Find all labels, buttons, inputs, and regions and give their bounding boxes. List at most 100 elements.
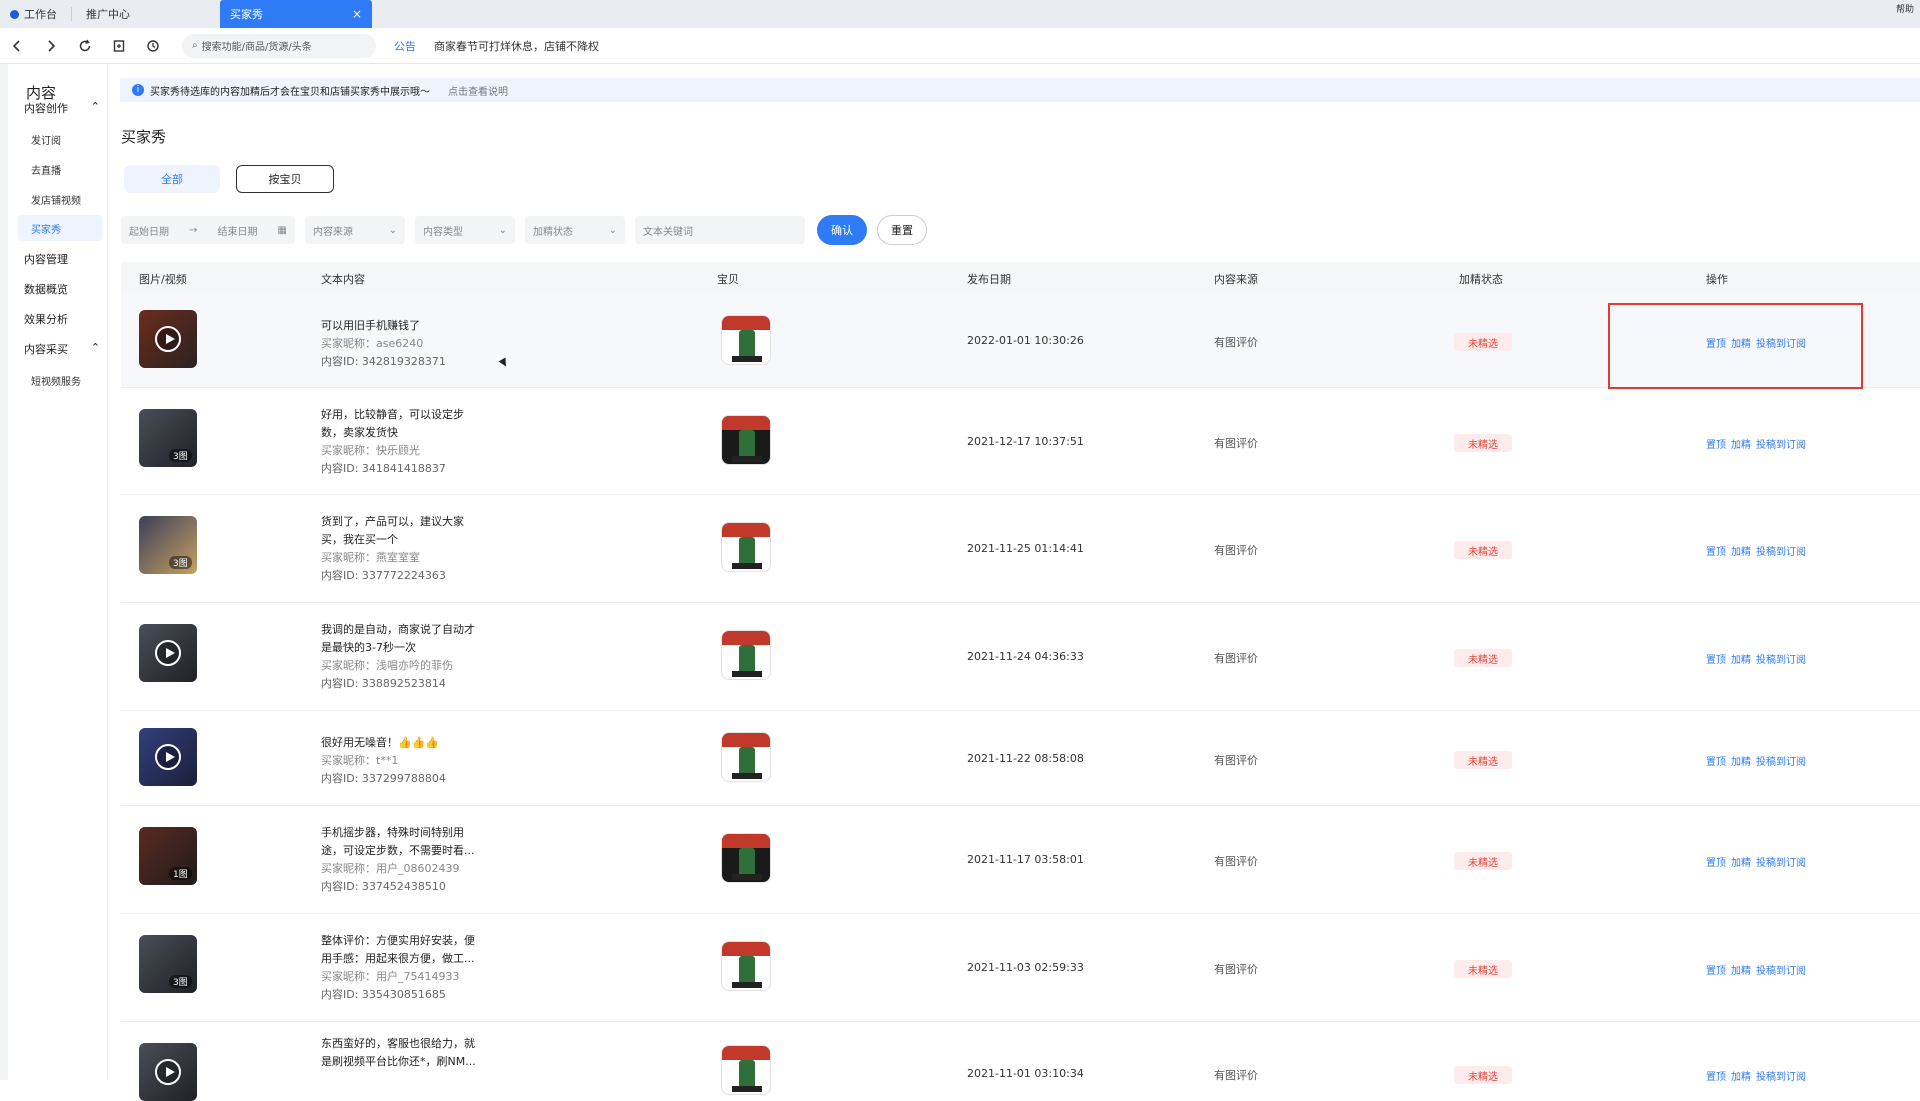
sidebar-item-shop-video[interactable]: 发店铺视频 (31, 192, 81, 207)
tab-separator (71, 7, 72, 21)
tab-buyer-show[interactable]: 买家秀 × (220, 0, 372, 28)
status-badge: 未精选 (1454, 960, 1512, 978)
feature-link[interactable]: 加精 (1731, 966, 1751, 977)
sidebar-group-content-manage[interactable]: 内容管理 (24, 251, 100, 267)
media-thumbnail[interactable] (139, 728, 197, 786)
column-ops: 操作 (1706, 273, 1728, 286)
table-row[interactable]: 3图 货到了，产品可以，建议大家 买，我在买一个 买家昵称：燕室室室 内容ID:… (121, 496, 1920, 603)
item-thumbnail[interactable] (721, 1045, 771, 1095)
tab-workbench[interactable]: 工作台 (0, 0, 67, 28)
help-label[interactable]: 帮助 (1896, 2, 1914, 15)
content-source: 有图评价 (1214, 855, 1258, 868)
media-thumbnail[interactable] (139, 310, 197, 368)
info-link[interactable]: 点击查看说明 (448, 83, 508, 98)
forward-icon[interactable] (34, 28, 68, 64)
status-select[interactable]: 加精状态 ⌄ (525, 216, 625, 244)
sidebar-group-data-overview[interactable]: 数据概览 (24, 281, 100, 297)
refresh-icon[interactable] (68, 28, 102, 64)
chevron-up-icon: ⌃ (90, 341, 100, 354)
confirm-button[interactable]: 确认 (817, 215, 867, 245)
item-thumbnail[interactable] (721, 833, 771, 883)
reset-button[interactable]: 重置 (877, 215, 927, 245)
item-thumbnail[interactable] (721, 732, 771, 782)
submit-subscribe-link[interactable]: 投稿到订阅 (1756, 440, 1806, 451)
feature-link[interactable]: 加精 (1731, 440, 1751, 451)
table-row[interactable]: 3图 好用，比较静音，可以设定步 数，卖家发货快 买家昵称：快乐顾光 内容ID:… (121, 389, 1920, 495)
sidebar-item-live[interactable]: 去直播 (31, 162, 61, 177)
feature-link[interactable]: 加精 (1731, 757, 1751, 768)
back-icon[interactable] (0, 28, 34, 64)
chevron-down-icon: ⌄ (388, 224, 397, 236)
content-source: 有图评价 (1214, 437, 1258, 450)
info-banner: i 买家秀待选库的内容加精后才会在宝贝和店铺买家秀中展示哦～ 点击查看说明 (120, 78, 1920, 102)
chevron-down-icon: ⌄ (498, 224, 507, 236)
pin-top-link[interactable]: 置顶 (1706, 966, 1726, 977)
media-thumbnail[interactable]: 3图 (139, 516, 197, 574)
publish-date: 2021-11-03 02:59:33 (967, 961, 1084, 974)
submit-subscribe-link[interactable]: 投稿到订阅 (1756, 757, 1806, 768)
main-content: i 买家秀待选库的内容加精后才会在宝贝和店铺买家秀中展示哦～ 点击查看说明 买家… (108, 64, 1920, 1101)
bookmark-icon[interactable] (102, 28, 136, 64)
type-select[interactable]: 内容类型 ⌄ (415, 216, 515, 244)
item-thumbnail[interactable] (721, 522, 771, 572)
play-icon (155, 1059, 181, 1085)
segment-by-item[interactable]: 按宝贝 (236, 165, 334, 193)
feature-link[interactable]: 加精 (1731, 858, 1751, 869)
table-row[interactable]: 很好用无噪音！👍👍👍 买家昵称：t**1 内容ID: 337299788804 … (121, 712, 1920, 806)
submit-subscribe-link[interactable]: 投稿到订阅 (1756, 858, 1806, 869)
pin-top-link[interactable]: 置顶 (1706, 547, 1726, 558)
sidebar-group-effect-analysis[interactable]: 效果分析 (24, 311, 100, 327)
sidebar-group-content-create[interactable]: 内容创作 ⌃ (24, 100, 100, 116)
pin-top-link[interactable]: 置顶 (1706, 858, 1726, 869)
submit-subscribe-link[interactable]: 投稿到订阅 (1756, 655, 1806, 666)
table-row[interactable]: 东西蛮好的，客服也很给力，就 是刷视频平台比你还*，刷NM... 2021-11… (121, 1023, 1920, 1101)
close-icon[interactable]: × (352, 7, 362, 21)
submit-subscribe-link[interactable]: 投稿到订阅 (1756, 1072, 1806, 1083)
media-thumbnail[interactable] (139, 1043, 197, 1101)
content-source: 有图评价 (1214, 652, 1258, 665)
notice-tag[interactable]: 公告 (394, 38, 416, 54)
sidebar-item-short-video[interactable]: 短视频服务 (31, 373, 81, 388)
sidebar-item-buyer-show[interactable]: 买家秀 (18, 215, 102, 241)
feature-link[interactable]: 加精 (1731, 1072, 1751, 1083)
history-icon[interactable] (136, 28, 170, 64)
item-thumbnail[interactable] (721, 630, 771, 680)
tab-promotion-center[interactable]: 推广中心 (76, 0, 140, 28)
item-thumbnail[interactable] (721, 415, 771, 465)
media-thumbnail[interactable]: 3图 (139, 409, 197, 467)
notice-text[interactable]: 商家春节可打烊休息，店铺不降权 (434, 38, 599, 54)
sidebar-item-subscribe[interactable]: 发订阅 (31, 132, 61, 147)
sidebar: 内容 内容创作 ⌃ 发订阅 去直播 发店铺视频 买家秀 内容管理 数据概览 效果分… (8, 64, 108, 1080)
table-row[interactable]: 3图 整体评价：方便实用好安装，便 用手感：用起来很方便，做工... 买家昵称：… (121, 915, 1920, 1022)
column-media: 图片/视频 (139, 273, 187, 286)
feature-link[interactable]: 加精 (1731, 547, 1751, 558)
content-source: 有图评价 (1214, 336, 1258, 349)
table-row[interactable]: 1图 手机摇步器，特殊时间特别用 途，可设定步数，不需要时看... 买家昵称：用… (121, 807, 1920, 914)
status-badge: 未精选 (1454, 649, 1512, 667)
publish-date: 2021-11-22 08:58:08 (967, 752, 1084, 765)
play-icon (155, 640, 181, 666)
item-thumbnail[interactable] (721, 315, 771, 365)
publish-date: 2021-11-25 01:14:41 (967, 542, 1084, 555)
source-select[interactable]: 内容来源 ⌄ (305, 216, 405, 244)
segment-all[interactable]: 全部 (124, 165, 220, 193)
feature-link[interactable]: 加精 (1731, 655, 1751, 666)
submit-subscribe-link[interactable]: 投稿到订阅 (1756, 966, 1806, 977)
keyword-input[interactable]: 文本关键词 (635, 216, 805, 244)
date-range-picker[interactable]: 起始日期 → 结束日期 ▦ (121, 216, 295, 244)
pin-top-link[interactable]: 置顶 (1706, 440, 1726, 451)
pin-top-link[interactable]: 置顶 (1706, 655, 1726, 666)
media-thumbnail[interactable]: 1图 (139, 827, 197, 885)
pin-top-link[interactable]: 置顶 (1706, 1072, 1726, 1083)
item-thumbnail[interactable] (721, 941, 771, 991)
submit-subscribe-link[interactable]: 投稿到订阅 (1756, 547, 1806, 558)
pin-top-link[interactable]: 置顶 (1706, 757, 1726, 768)
table-row[interactable]: 我调的是自动，商家说了自动才 是最快的3-7秒一次 买家昵称：浅唱亦吟的菲伤 内… (121, 604, 1920, 711)
sidebar-group-content-purchase[interactable]: 内容采买 ⌃ (24, 341, 100, 357)
status-badge: 未精选 (1454, 541, 1512, 559)
media-thumbnail[interactable]: 3图 (139, 935, 197, 993)
chevron-down-icon: ⌄ (608, 224, 617, 236)
media-thumbnail[interactable] (139, 624, 197, 682)
calendar-icon: ▦ (277, 224, 287, 236)
search-input[interactable]: ⌕ 搜索功能/商品/货源/头条 (182, 33, 376, 58)
